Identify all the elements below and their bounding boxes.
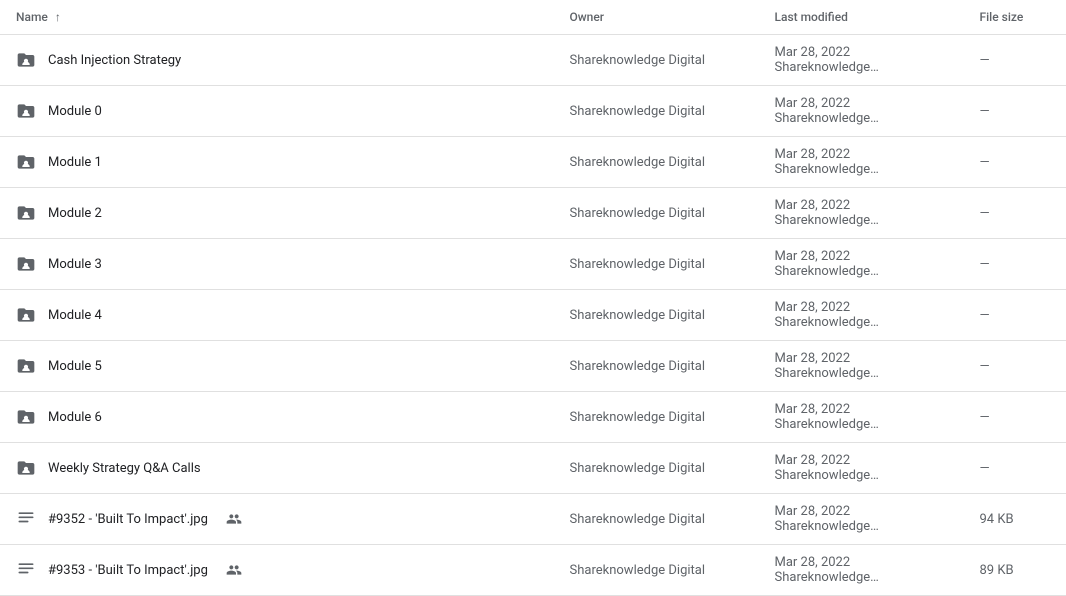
size-header-label: File size (980, 10, 1024, 24)
modified-cell: Mar 28, 2022 Shareknowledge… (759, 392, 964, 443)
modified-cell: Mar 28, 2022 Shareknowledge… (759, 137, 964, 188)
shared-folder-icon (16, 305, 36, 325)
file-name: Module 4 (48, 308, 102, 323)
sort-ascending-icon: ↑ (55, 10, 61, 24)
file-name: Module 6 (48, 410, 102, 425)
shared-folder-icon (16, 101, 36, 121)
shared-folder-icon (16, 152, 36, 172)
table-row[interactable]: Cash Injection Strategy Shareknowledge Di… (0, 35, 1066, 86)
name-cell: Module 4 (0, 290, 554, 341)
file-name: Cash Injection Strategy (48, 53, 181, 68)
table-row[interactable]: Module 0 Shareknowledge DigitalMar 28, 20… (0, 86, 1066, 137)
name-cell: Module 1 (0, 137, 554, 188)
file-list-table: Name ↑ Owner Last modified File size Cas… (0, 0, 1066, 596)
name-cell: Weekly Strategy Q&A Calls (0, 443, 554, 494)
table-row[interactable]: #9352 - 'Built To Impact'.jpg Shareknowl… (0, 494, 1066, 545)
table-row[interactable]: Module 6 Shareknowledge DigitalMar 28, 20… (0, 392, 1066, 443)
modified-header[interactable]: Last modified (759, 0, 964, 35)
modified-cell: Mar 28, 2022 Shareknowledge… (759, 290, 964, 341)
table-row[interactable]: Weekly Strategy Q&A Calls Shareknowledge … (0, 443, 1066, 494)
size-header[interactable]: File size (964, 0, 1066, 35)
owner-cell: Shareknowledge Digital (554, 86, 759, 137)
owner-cell: Shareknowledge Digital (554, 239, 759, 290)
owner-cell: Shareknowledge Digital (554, 494, 759, 545)
name-cell: #9353 - 'Built To Impact'.jpg (0, 545, 554, 596)
shared-folder-icon (16, 407, 36, 427)
owner-cell: Shareknowledge Digital (554, 545, 759, 596)
name-cell: Module 0 (0, 86, 554, 137)
file-name: #9352 - 'Built To Impact'.jpg (48, 512, 208, 527)
file-name: Weekly Strategy Q&A Calls (48, 461, 201, 476)
size-cell: — (964, 392, 1066, 443)
file-name: Module 1 (48, 155, 102, 170)
modified-cell: Mar 28, 2022 Shareknowledge… (759, 443, 964, 494)
file-name: Module 0 (48, 104, 102, 119)
size-cell: — (964, 35, 1066, 86)
size-cell: — (964, 137, 1066, 188)
owner-cell: Shareknowledge Digital (554, 137, 759, 188)
file-name: Module 2 (48, 206, 102, 221)
modified-cell: Mar 28, 2022 Shareknowledge… (759, 545, 964, 596)
name-cell: Module 6 (0, 392, 554, 443)
size-cell: — (964, 341, 1066, 392)
size-cell: — (964, 239, 1066, 290)
size-cell: — (964, 290, 1066, 341)
name-cell: #9352 - 'Built To Impact'.jpg (0, 494, 554, 545)
owner-cell: Shareknowledge Digital (554, 443, 759, 494)
shared-people-icon (226, 511, 242, 527)
size-cell: 94 KB (964, 494, 1066, 545)
modified-cell: Mar 28, 2022 Shareknowledge… (759, 35, 964, 86)
table-row[interactable]: Module 4 Shareknowledge DigitalMar 28, 20… (0, 290, 1066, 341)
modified-cell: Mar 28, 2022 Shareknowledge… (759, 188, 964, 239)
table-row[interactable]: Module 2 Shareknowledge DigitalMar 28, 20… (0, 188, 1066, 239)
shared-folder-icon (16, 458, 36, 478)
owner-cell: Shareknowledge Digital (554, 392, 759, 443)
file-name: Module 5 (48, 359, 102, 374)
name-cell: Module 3 (0, 239, 554, 290)
table-row[interactable]: #9353 - 'Built To Impact'.jpg Shareknowl… (0, 545, 1066, 596)
table-row[interactable]: Module 5 Shareknowledge DigitalMar 28, 20… (0, 341, 1066, 392)
shared-folder-icon (16, 356, 36, 376)
image-file-icon (16, 509, 36, 529)
modified-header-label: Last modified (775, 10, 848, 24)
name-cell: Module 2 (0, 188, 554, 239)
size-cell: 89 KB (964, 545, 1066, 596)
shared-folder-icon (16, 50, 36, 70)
owner-cell: Shareknowledge Digital (554, 341, 759, 392)
name-header[interactable]: Name ↑ (0, 0, 554, 35)
modified-cell: Mar 28, 2022 Shareknowledge… (759, 341, 964, 392)
size-cell: — (964, 86, 1066, 137)
shared-people-icon (226, 562, 242, 578)
shared-folder-icon (16, 254, 36, 274)
modified-cell: Mar 28, 2022 Shareknowledge… (759, 86, 964, 137)
shared-folder-icon (16, 203, 36, 223)
table-row[interactable]: Module 3 Shareknowledge DigitalMar 28, 20… (0, 239, 1066, 290)
name-cell: Module 5 (0, 341, 554, 392)
owner-cell: Shareknowledge Digital (554, 290, 759, 341)
file-name: Module 3 (48, 257, 102, 272)
size-cell: — (964, 443, 1066, 494)
name-cell: Cash Injection Strategy (0, 35, 554, 86)
file-name: #9353 - 'Built To Impact'.jpg (48, 563, 208, 578)
image-file-icon (16, 560, 36, 580)
owner-header-label: Owner (570, 10, 605, 24)
modified-cell: Mar 28, 2022 Shareknowledge… (759, 239, 964, 290)
modified-cell: Mar 28, 2022 Shareknowledge… (759, 494, 964, 545)
size-cell: — (964, 188, 1066, 239)
owner-cell: Shareknowledge Digital (554, 188, 759, 239)
owner-cell: Shareknowledge Digital (554, 35, 759, 86)
owner-header[interactable]: Owner (554, 0, 759, 35)
table-row[interactable]: Module 1 Shareknowledge DigitalMar 28, 20… (0, 137, 1066, 188)
name-header-label: Name (16, 10, 48, 24)
